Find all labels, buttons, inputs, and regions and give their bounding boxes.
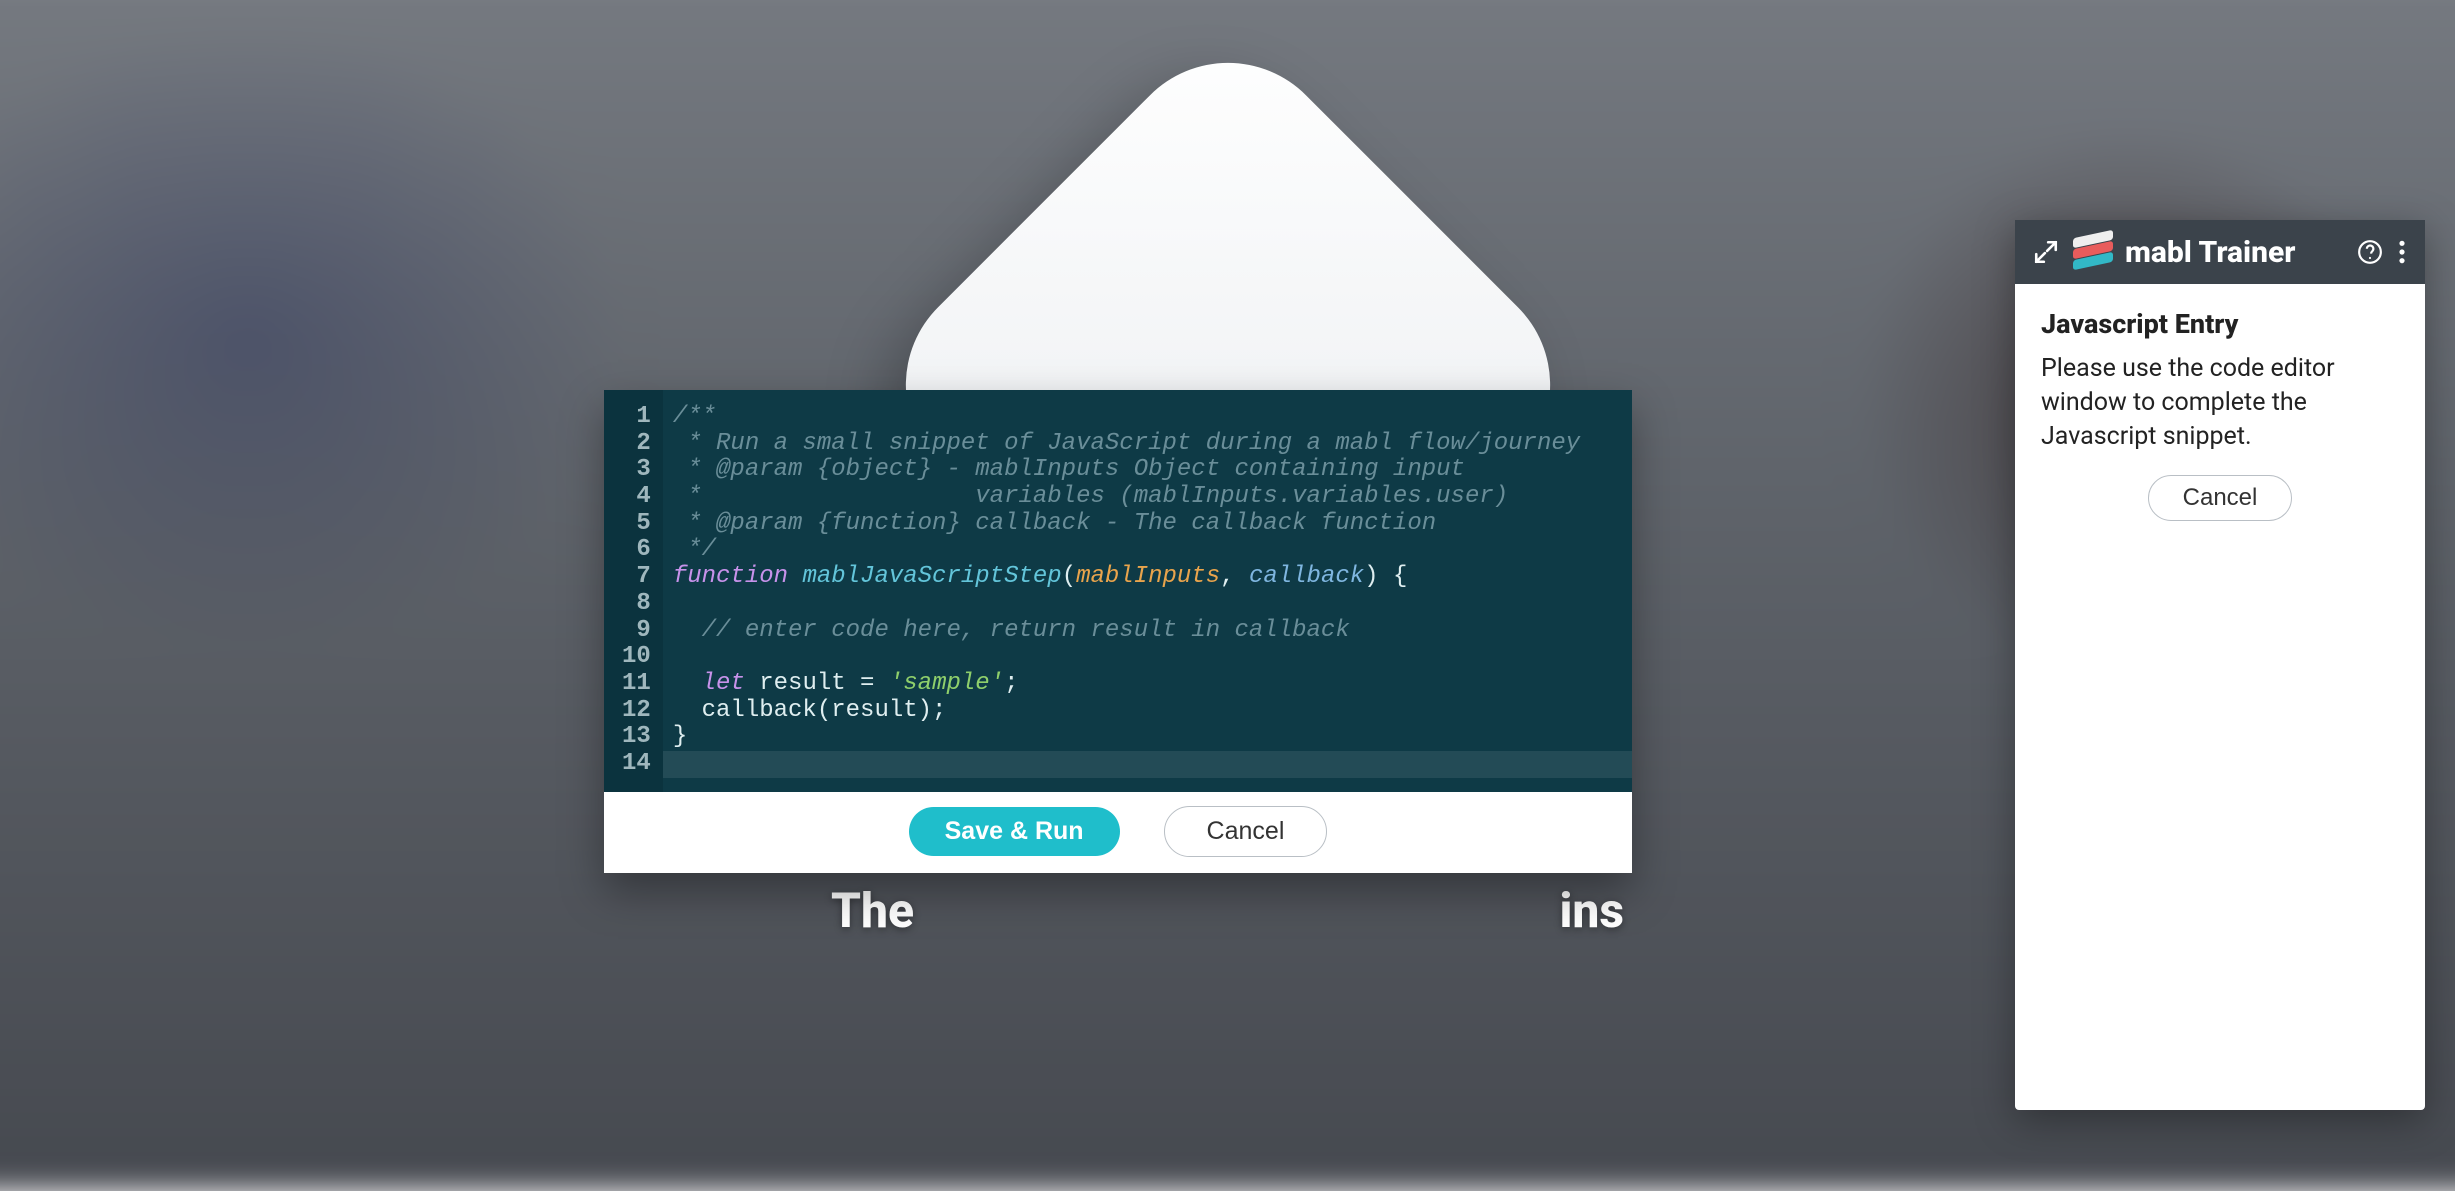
code-editor-modal: 1234567891011121314 /** * Run a small sn… xyxy=(604,390,1632,873)
code-line[interactable]: // enter code here, return result in cal… xyxy=(673,618,1614,645)
code-line[interactable]: } xyxy=(673,724,1614,751)
line-number-gutter: 1234567891011121314 xyxy=(604,390,663,792)
code-line[interactable]: * @param {function} callback - The callb… xyxy=(673,511,1614,538)
line-number: 9 xyxy=(622,618,651,645)
more-icon[interactable] xyxy=(2397,239,2407,265)
line-number: 13 xyxy=(622,724,651,751)
line-number: 12 xyxy=(622,698,651,725)
line-number: 11 xyxy=(622,671,651,698)
code-line[interactable]: let result = 'sample'; xyxy=(673,671,1614,698)
line-number: 1 xyxy=(622,404,651,431)
save-run-button[interactable]: Save & Run xyxy=(909,807,1120,856)
code-line[interactable]: * Run a small snippet of JavaScript duri… xyxy=(673,431,1614,458)
hero-text-right: ins xyxy=(1559,882,1624,939)
code-line[interactable]: callback(result); xyxy=(673,698,1614,725)
code-line[interactable]: function mablJavaScriptStep(mablInputs, … xyxy=(673,564,1614,591)
hero-text-left: The xyxy=(831,882,914,939)
code-editor[interactable]: 1234567891011121314 /** * Run a small sn… xyxy=(604,390,1632,792)
editor-cancel-button[interactable]: Cancel xyxy=(1164,806,1328,857)
code-line[interactable] xyxy=(673,644,1614,671)
code-content[interactable]: /** * Run a small snippet of JavaScript … xyxy=(663,390,1632,792)
line-number: 2 xyxy=(622,431,651,458)
hero-headline: The ins xyxy=(831,882,1624,939)
line-number: 6 xyxy=(622,537,651,564)
code-line[interactable]: * variables (mablInputs.variables.user) xyxy=(673,484,1614,511)
line-number: 4 xyxy=(622,484,651,511)
code-line[interactable]: /** xyxy=(673,404,1614,431)
line-number: 7 xyxy=(622,564,651,591)
line-number: 10 xyxy=(622,644,651,671)
trainer-panel: mabl Trainer Javascript Entry Please use… xyxy=(2015,220,2425,1110)
trainer-header: mabl Trainer xyxy=(2015,220,2425,284)
trainer-body: Javascript Entry Please use the code edi… xyxy=(2015,284,2425,545)
help-icon[interactable] xyxy=(2357,239,2383,265)
line-number: 14 xyxy=(622,751,651,778)
expand-icon[interactable] xyxy=(2033,239,2059,265)
trainer-title-wrap: mabl Trainer xyxy=(2073,234,2343,270)
code-line[interactable]: * @param {object} - mablInputs Object co… xyxy=(673,457,1614,484)
code-line[interactable] xyxy=(673,751,1614,778)
line-number: 8 xyxy=(622,591,651,618)
trainer-panel-text: Please use the code editor window to com… xyxy=(2041,352,2399,453)
code-line[interactable] xyxy=(673,591,1614,618)
line-number: 5 xyxy=(622,511,651,538)
trainer-panel-heading: Javascript Entry xyxy=(2041,308,2399,340)
code-line[interactable]: */ xyxy=(673,537,1614,564)
mabl-logo-icon xyxy=(2073,234,2113,270)
trainer-title: mabl Trainer xyxy=(2125,235,2295,270)
trainer-cancel-button[interactable]: Cancel xyxy=(2148,475,2293,521)
line-number: 3 xyxy=(622,457,651,484)
editor-footer: Save & Run Cancel xyxy=(604,792,1632,873)
